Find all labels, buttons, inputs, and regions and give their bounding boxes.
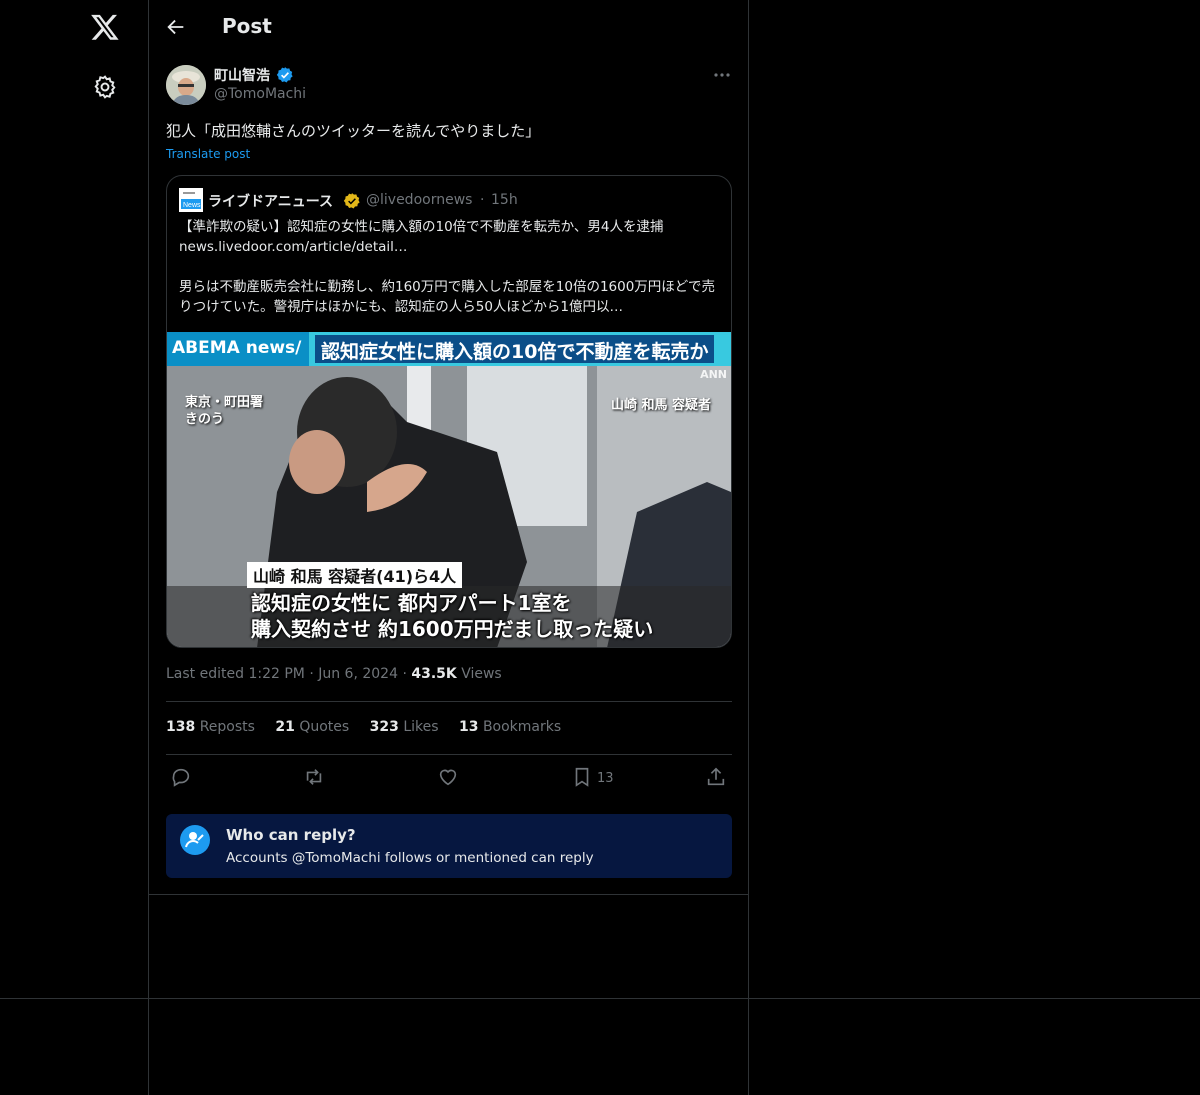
news-banner: ABEMA news/ 認知症女性に購入額の10倍で不動産を転売か bbox=[167, 332, 731, 366]
like-icon[interactable] bbox=[437, 766, 463, 792]
quoted-author-name: ライブドアニュース bbox=[208, 194, 334, 210]
share-icon[interactable] bbox=[705, 766, 731, 792]
stat-count: 13 bbox=[459, 719, 479, 735]
author-handle[interactable]: @TomoMachi bbox=[214, 86, 306, 102]
news-headline: 認知症女性に購入額の10倍で不動産を転売か bbox=[315, 335, 715, 363]
left-rail bbox=[0, 0, 149, 1095]
more-options-icon[interactable] bbox=[709, 64, 735, 86]
action-bar: 13 bbox=[166, 766, 732, 792]
stat-label: Reposts bbox=[199, 719, 255, 735]
meta-separator: · bbox=[402, 666, 407, 682]
at-person-icon bbox=[180, 825, 210, 855]
location-caption: 東京・町田署 きのう bbox=[185, 395, 264, 427]
separator-dot: · bbox=[480, 192, 485, 208]
back-arrow-icon[interactable] bbox=[165, 16, 187, 38]
abema-logo: ABEMA news/ bbox=[167, 332, 309, 366]
quoted-author-logo: News bbox=[179, 188, 203, 212]
notice-title: Who can reply? bbox=[226, 826, 356, 844]
stat-label: Bookmarks bbox=[482, 719, 562, 735]
engagement-stats: 138 Reposts 21 Quotes 323 Likes 13 Bookm… bbox=[166, 719, 577, 735]
main-column: Post 町山智浩 @TomoMachi 犯人「成田悠輔さんのツイッターを読んで… bbox=[149, 0, 749, 1095]
bookmark-count: 13 bbox=[597, 771, 614, 786]
suspect-label: 山崎 和馬 容疑者 bbox=[610, 398, 711, 413]
stat-label: Quotes bbox=[299, 719, 350, 735]
translate-post-link[interactable]: Translate post bbox=[166, 147, 250, 161]
quoted-post-image[interactable]: ABEMA news/ 認知症女性に購入額の10倍で不動産を転売か ANN 東京… bbox=[167, 332, 731, 647]
reply-restriction-notice: Who can reply? Accounts @TomoMachi follo… bbox=[166, 814, 732, 878]
views-count: 43.5K bbox=[411, 666, 457, 682]
stat-label: Likes bbox=[403, 719, 439, 735]
x-logo-icon[interactable] bbox=[90, 12, 120, 42]
post-meta: Last edited 1:22 PM · Jun 6, 2024 · 43.5… bbox=[166, 666, 502, 682]
divider bbox=[166, 754, 732, 755]
ann-watermark: ANN bbox=[700, 368, 727, 381]
author-display-name[interactable]: 町山智浩 bbox=[214, 65, 270, 85]
page-title: Post bbox=[222, 14, 272, 38]
quoted-post-text: 【準詐欺の疑い】認知症の女性に購入額の10倍で不動産を転売か、男4人を逮捕 ne… bbox=[179, 219, 716, 315]
gear-icon[interactable] bbox=[92, 74, 118, 100]
notice-subtitle: Accounts @TomoMachi follows or mentioned… bbox=[226, 850, 594, 866]
divider bbox=[166, 701, 732, 702]
edited-time[interactable]: Last edited 1:22 PM bbox=[166, 666, 305, 682]
meta-separator: · bbox=[309, 666, 314, 682]
stat-count: 323 bbox=[369, 719, 399, 735]
suspect-caption: 山崎 和馬 容疑者(41)ら4人 bbox=[247, 562, 463, 588]
quoted-author-handle: @livedoornews bbox=[366, 192, 473, 208]
bookmark-icon[interactable] bbox=[571, 766, 597, 792]
page-header: Post bbox=[149, 0, 748, 54]
post-date[interactable]: Jun 6, 2024 bbox=[318, 666, 398, 682]
reply-icon[interactable] bbox=[170, 766, 196, 792]
divider bbox=[0, 998, 1200, 999]
stat-count: 138 bbox=[166, 719, 196, 735]
news-caption: 認知症の女性に 都内アパート1室を 購入契約させ 約1600万円だまし取った疑い bbox=[251, 591, 654, 641]
quoted-post-time: 15h bbox=[491, 192, 518, 208]
repost-icon[interactable] bbox=[303, 766, 329, 792]
bookmarks-stat[interactable]: 13 Bookmarks bbox=[459, 719, 561, 735]
views-label: Views bbox=[461, 666, 502, 682]
logo-text: News bbox=[183, 202, 201, 209]
likes-stat[interactable]: 323 Likes bbox=[370, 719, 439, 735]
quoted-post[interactable]: News ライブドアニュース @livedoornews · 15h 【準詐欺の… bbox=[166, 175, 732, 648]
avatar[interactable] bbox=[166, 65, 206, 105]
verified-badge-icon bbox=[276, 66, 294, 84]
stat-count: 21 bbox=[275, 719, 295, 735]
gold-verified-badge-icon bbox=[343, 192, 361, 210]
post-text: 犯人「成田悠輔さんのツイッターを読んでやりました」 bbox=[166, 122, 541, 140]
quotes-stat[interactable]: 21 Quotes bbox=[275, 719, 349, 735]
divider bbox=[149, 894, 748, 895]
reposts-stat[interactable]: 138 Reposts bbox=[166, 719, 255, 735]
